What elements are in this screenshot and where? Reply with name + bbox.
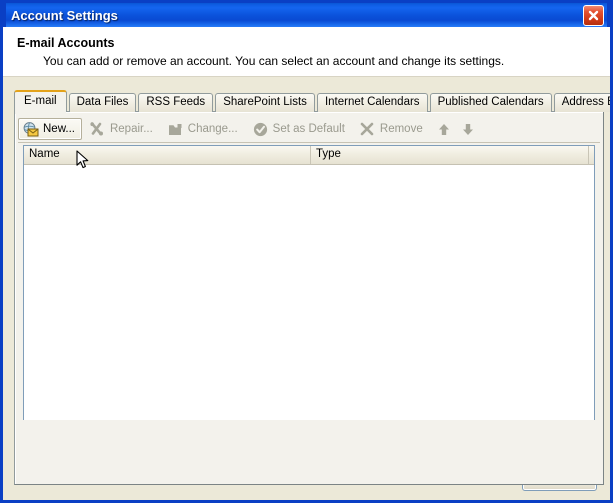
tab-label: Published Calendars (437, 96, 544, 108)
tab-label: SharePoint Lists (223, 96, 307, 108)
change-account-button[interactable]: Change... (163, 118, 245, 140)
remove-account-label: Remove (379, 123, 423, 135)
tab-label: Data Files (76, 96, 129, 108)
tab-email[interactable]: E-mail (14, 90, 67, 114)
remove-account-button[interactable]: Remove (355, 118, 430, 140)
tab-sharepoint-lists[interactable]: SharePoint Lists (215, 93, 315, 112)
move-account-down-button[interactable] (457, 117, 479, 141)
arrow-up-icon (438, 123, 449, 135)
tab-label: Internet Calendars (324, 96, 420, 108)
tab-address-books[interactable]: Address Books (553, 93, 610, 112)
tab-internet-calendars[interactable]: Internet Calendars (316, 93, 428, 112)
close-window-button[interactable] (583, 5, 604, 26)
header-subtitle: You can add or remove an account. You ca… (43, 54, 505, 68)
set-as-default-button[interactable]: Set as Default (248, 118, 352, 140)
tab-strip: E-mail Data Files RSS Feeds SharePoint L… (14, 90, 610, 114)
new-account-label: New... (43, 123, 75, 135)
tab-data-files[interactable]: Data Files (68, 93, 137, 112)
set-as-default-label: Set as Default (272, 123, 345, 135)
tab-label: RSS Feeds (146, 96, 206, 108)
header-title: E-mail Accounts (17, 36, 115, 50)
account-settings-dialog: Account Settings E-mail Accounts You can… (0, 0, 613, 503)
change-folder-icon (167, 121, 184, 137)
new-mail-account-icon (22, 121, 39, 137)
column-header-type[interactable]: Type (311, 146, 589, 164)
accounts-list[interactable]: Name Type (23, 145, 595, 420)
accounts-list-header: Name Type (24, 146, 594, 165)
repair-tools-icon (89, 121, 106, 137)
move-account-up-button[interactable] (433, 117, 455, 141)
repair-account-label: Repair... (109, 123, 153, 135)
set-default-check-icon (252, 121, 269, 137)
window-title: Account Settings (11, 7, 118, 23)
dialog-header: E-mail Accounts You can add or remove an… (3, 27, 610, 77)
tab-published-calendars[interactable]: Published Calendars (429, 93, 552, 112)
accounts-list-rows[interactable] (24, 165, 594, 420)
email-tab-panel: New... Repair... Change... Set as Defaul… (14, 111, 604, 485)
accounts-toolbar: New... Repair... Change... Set as Defaul… (18, 116, 600, 143)
dialog-body: E-mail Data Files RSS Feeds SharePoint L… (3, 77, 610, 500)
title-bar: Account Settings (3, 0, 610, 27)
arrow-down-icon (462, 123, 473, 135)
repair-account-button[interactable]: Repair... (85, 118, 160, 140)
remove-x-icon (359, 121, 376, 137)
tab-label: E-mail (24, 95, 57, 107)
tab-rss-feeds[interactable]: RSS Feeds (138, 93, 214, 112)
tab-label: Address Books (561, 96, 610, 108)
column-header-extra[interactable] (589, 146, 594, 164)
change-account-label: Change... (187, 123, 238, 135)
new-account-button[interactable]: New... (18, 118, 82, 140)
column-header-name[interactable]: Name (24, 146, 311, 164)
close-x-icon (588, 10, 599, 21)
